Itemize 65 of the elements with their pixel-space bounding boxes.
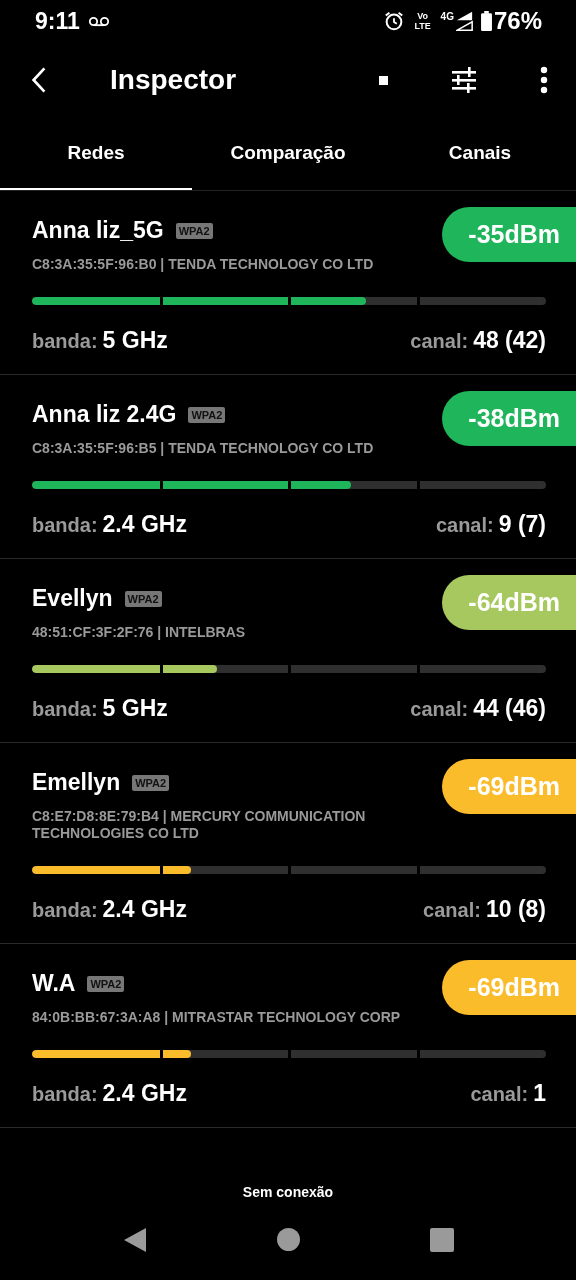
signal-strength: -69dBm — [442, 960, 576, 1015]
channel-value: 9 (7) — [498, 511, 546, 537]
network-name: Emellyn — [32, 769, 121, 796]
channel-label: canal: — [435, 514, 494, 536]
screen-title: Inspector — [110, 64, 238, 96]
mac-vendor: 48:51:CF:3F:2F:76 | INTELBRAS — [32, 624, 247, 641]
network-item[interactable]: W.A WPA2 84:0B:BB:67:3A:A8 | MITRASTAR TECHNOLOGY CORP -69dBm banda: 2.4 GHz canal: 1 — [0, 944, 576, 1128]
back-nav-icon[interactable] — [122, 1226, 147, 1253]
network-item[interactable]: Anna liz_5G WPA2 C8:3A:35:5F:96:B0 | TENDA TECHNOLOGY CO LTD -35dBm banda: 5 GHz canal: 48 (42) — [0, 191, 576, 375]
network-type: 4G — [440, 11, 454, 22]
tab[interactable]: Canais — [384, 118, 576, 190]
more-options-button[interactable] — [540, 66, 548, 94]
band-label: banda: — [32, 514, 98, 536]
voicemail-icon — [87, 15, 110, 27]
channel-label: canal: — [423, 899, 481, 921]
network-item[interactable]: Emellyn WPA2 C8:E7:D8:8E:79:B4 | MERCURY COMMUNICATION TECHNOLOGIES CO LTD -69dBm banda: 2.4 GHz canal: 10 (8) — [0, 743, 576, 944]
channel-value: 1 — [533, 1080, 546, 1106]
channel-label: canal: — [410, 698, 469, 720]
network-name: Anna liz_5G — [32, 217, 164, 244]
tab[interactable]: Redes — [0, 118, 192, 190]
network-item[interactable]: Anna liz 2.4G WPA2 C8:3A:35:5F:96:B5 | TENDA TECHNOLOGY CO LTD -38dBm banda: 2.4 GHz canal: 9 (7) — [0, 375, 576, 559]
channel-label: canal: — [470, 1083, 529, 1105]
network-item[interactable]: Evellyn WPA2 48:51:CF:3F:2F:76 | INTELBRAS -64dBm banda: 5 GHz canal: 44 (46) — [0, 559, 576, 743]
battery-percent: 76% — [493, 7, 542, 35]
network-name: W.A — [32, 970, 76, 997]
signal-strength: -69dBm — [442, 759, 576, 814]
security-tag: WPA2 — [87, 975, 125, 992]
network-name: Anna liz 2.4G — [32, 401, 177, 428]
signal-strength: -35dBm — [442, 207, 576, 262]
signal-icon — [455, 10, 473, 32]
filter-button[interactable] — [450, 66, 478, 94]
channel-value: 44 (46) — [473, 695, 546, 721]
security-tag: WPA2 — [175, 222, 213, 239]
mac-vendor: C8:3A:35:5F:96:B0 | TENDA TECHNOLOGY CO LTD — [32, 256, 375, 273]
tab[interactable]: Comparação — [192, 118, 384, 190]
stop-icon[interactable] — [379, 75, 388, 85]
channel-label: canal: — [410, 330, 469, 352]
band-value: 2.4 GHz — [102, 511, 187, 537]
connection-status: Sem conexão — [242, 1183, 334, 1200]
network-name: Evellyn — [32, 585, 113, 612]
signal-strength: -64dBm — [442, 575, 576, 630]
home-nav-icon[interactable] — [276, 1228, 300, 1251]
mac-vendor: C8:E7:D8:8E:79:B4 | MERCURY COMMUNICATION TECHNOLOGIES CO LTD — [32, 808, 367, 842]
security-tag: WPA2 — [124, 590, 162, 607]
band-value: 2.4 GHz — [102, 1080, 187, 1106]
status-time: 9:11 — [35, 7, 80, 35]
channel-value: 48 (42) — [473, 327, 546, 353]
band-value: 5 GHz — [102, 695, 168, 721]
alarm-icon — [382, 10, 405, 32]
band-label: banda: — [32, 698, 98, 720]
battery-icon — [480, 11, 492, 31]
back-button[interactable] — [30, 66, 48, 94]
band-label: banda: — [32, 330, 98, 352]
band-label: banda: — [32, 899, 98, 921]
signal-strength: -38dBm — [442, 391, 576, 446]
mac-vendor: C8:3A:35:5F:96:B5 | TENDA TECHNOLOGY CO LTD — [32, 440, 375, 457]
band-value: 2.4 GHz — [102, 896, 187, 922]
band-value: 5 GHz — [102, 327, 168, 353]
mac-vendor: 84:0B:BB:67:3A:A8 | MITRASTAR TECHNOLOGY CORP — [32, 1009, 402, 1026]
band-label: banda: — [32, 1083, 98, 1105]
volte-indicator: Vo LTE — [413, 11, 432, 31]
security-tag: WPA2 — [188, 406, 226, 423]
channel-value: 10 (8) — [485, 896, 546, 922]
security-tag: WPA2 — [132, 774, 170, 791]
recents-nav-icon[interactable] — [429, 1227, 454, 1252]
